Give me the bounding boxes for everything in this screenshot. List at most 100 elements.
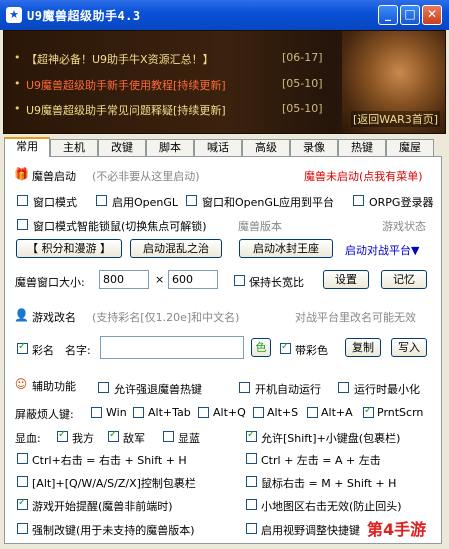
ctrl-right-checkbox[interactable] <box>17 453 28 464</box>
bullet-icon: • <box>14 102 21 115</box>
block-alt-a-checkbox[interactable] <box>307 407 318 418</box>
minimap-checkbox[interactable] <box>246 499 257 510</box>
force-hotkey-checkbox[interactable] <box>98 382 109 393</box>
tab-host[interactable]: 主机 <box>50 139 98 156</box>
tab-remap[interactable]: 改键 <box>98 139 146 156</box>
orpg-checkbox[interactable] <box>353 195 364 206</box>
window-mode-label: 窗口模式 <box>33 196 77 209</box>
points-roaming-button[interactable]: 【 积分和漫游 】 <box>16 239 122 258</box>
news-date: [06-17] <box>282 51 323 64</box>
news-title[interactable]: 【超神必备！U9助手牛X资源汇总！】 <box>26 51 214 67</box>
mouse-right-label: 鼠标右击 = M + Shift + H <box>261 477 397 490</box>
block-prntscrn-checkbox[interactable] <box>363 405 374 418</box>
window-title: U9魔兽超级助手4.3 <box>27 9 141 23</box>
name-input[interactable] <box>100 336 244 359</box>
window-width-input[interactable]: 800 <box>99 270 149 289</box>
mouse-right-checkbox[interactable] <box>246 476 257 487</box>
opengl-label: 启用OpenGL <box>112 196 179 209</box>
news-title[interactable]: U9魔兽超级助手常见问题释疑[持续更新] <box>26 102 226 118</box>
news-title[interactable]: U9魔兽超级助手新手使用教程[持续更新] <box>26 77 226 93</box>
tab-common[interactable]: 常用 <box>4 137 50 157</box>
bullet-icon: • <box>14 77 21 90</box>
tab-shout[interactable]: 喊话 <box>194 139 242 156</box>
alt-inventory-label: [Alt]+[Q/W/A/S/Z/X]控制包裹栏 <box>32 477 196 490</box>
tab-advanced[interactable]: 高级 <box>242 139 290 156</box>
block-alt-tab-checkbox[interactable] <box>133 407 144 418</box>
news-date: [05-10] <box>282 102 323 115</box>
times-sign: × <box>155 273 165 286</box>
shift-keypad-checkbox[interactable] <box>246 429 257 442</box>
orpg-label: ORPG登录器 <box>369 196 434 209</box>
hp-our-side-checkbox[interactable] <box>57 429 68 442</box>
close-button[interactable]: ✕ <box>422 5 442 25</box>
view-hotkey-label: 启用视野调整快捷键 <box>261 524 360 537</box>
color-name-label: 彩名 <box>32 344 54 357</box>
opengl-checkbox[interactable] <box>96 195 107 206</box>
launch-status[interactable]: 魔兽未启动(点我有菜单) <box>304 168 423 184</box>
block-alt-a-label: Alt+A <box>321 406 353 419</box>
smart-lock-checkbox[interactable] <box>17 219 28 230</box>
rename-warning: 对战平台里改名可能无效 <box>295 311 416 324</box>
aux-icon: ☺ <box>14 377 28 391</box>
force-remap-label: 强制改键(用于未支持的魔兽版本) <box>32 524 195 537</box>
block-win-checkbox[interactable] <box>91 407 102 418</box>
tab-hotkey[interactable]: 热键 <box>338 139 386 156</box>
smart-lock-label: 窗口模式智能锁鼠(切换焦点可解锁) <box>33 220 207 233</box>
hp-our-side-label: 我方 <box>72 432 94 445</box>
hp-enemy-checkbox[interactable] <box>108 429 119 442</box>
remember-size-button[interactable]: 记忆 <box>381 270 427 289</box>
force-remap-checkbox[interactable] <box>17 523 28 534</box>
launch-platform-dropdown[interactable]: 启动对战平台▼ <box>345 242 419 258</box>
news-item[interactable]: • 【超神必备！U9助手牛X资源汇总！】 [06-17] <box>14 51 334 69</box>
block-win-label: Win <box>106 406 127 419</box>
copy-button[interactable]: 复制 <box>345 338 381 357</box>
window-mode-checkbox[interactable] <box>17 195 28 206</box>
launch-frozen-button[interactable]: 启动冰封王座 <box>239 239 333 258</box>
title-bar[interactable]: ★ U9魔兽超级助手4.3 _ □ ✕ <box>0 0 449 30</box>
tab-magic-house[interactable]: 魔屋 <box>386 139 434 156</box>
launch-icon: 🎁 <box>14 167 29 181</box>
window-size-label: 魔兽窗口大小: <box>15 276 85 289</box>
tab-script[interactable]: 脚本 <box>146 139 194 156</box>
view-hotkey-checkbox[interactable] <box>246 523 257 534</box>
autorun-checkbox[interactable] <box>239 382 250 393</box>
minimize-button[interactable]: _ <box>378 5 398 25</box>
maximize-button[interactable]: □ <box>400 5 420 25</box>
show-blue-label: 显蓝 <box>178 432 200 445</box>
minimize-checkbox[interactable] <box>338 382 349 393</box>
game-start-alert-label: 游戏开始提醒(魔兽非前端时) <box>32 500 173 513</box>
tab-replay[interactable]: 录像 <box>290 139 338 156</box>
minimap-label: 小地图区右击无效(防止回头) <box>261 500 402 513</box>
alt-inventory-checkbox[interactable] <box>17 476 28 487</box>
block-alt-s-label: Alt+S <box>267 406 299 419</box>
force-hotkey-label: 允许强退魔兽热键 <box>114 383 202 396</box>
news-item[interactable]: • U9魔兽超级助手常见问题释疑[持续更新] [05-10] <box>14 102 334 120</box>
game-start-alert-checkbox[interactable] <box>17 497 28 510</box>
launch-chaos-button[interactable]: 启动混乱之治 <box>130 239 222 258</box>
color-picker-button[interactable]: 色 <box>251 338 271 357</box>
news-banner: • 【超神必备！U9助手牛X资源汇总！】 [06-17] • U9魔兽超级助手新… <box>3 30 446 134</box>
minimize-label: 运行时最小化 <box>354 383 420 396</box>
news-item[interactable]: • U9魔兽超级助手新手使用教程[持续更新] [05-10] <box>14 77 334 95</box>
back-to-war3-link[interactable]: [返回WAR3首页] <box>351 111 441 127</box>
keep-ratio-checkbox[interactable] <box>234 275 245 286</box>
set-size-button[interactable]: 设置 <box>323 270 369 289</box>
show-blue-checkbox[interactable] <box>163 431 174 442</box>
launch-title: 魔兽启动 <box>32 170 76 183</box>
news-date: [05-10] <box>282 77 323 90</box>
window-opengl-label: 窗口和OpenGL应用到平台 <box>202 196 335 209</box>
game-state-label: 游戏状态 <box>382 220 426 233</box>
color-name-checkbox[interactable] <box>17 341 28 354</box>
block-alt-s-checkbox[interactable] <box>253 407 264 418</box>
name-label: 名字: <box>65 344 91 357</box>
window-height-input[interactable]: 600 <box>168 270 218 289</box>
user-icon: 👤 <box>14 308 29 322</box>
hp-enemy-label: 敌军 <box>123 432 145 445</box>
with-color-checkbox[interactable] <box>280 341 291 354</box>
autorun-label: 开机自动运行 <box>255 383 321 396</box>
block-alt-q-checkbox[interactable] <box>198 407 209 418</box>
write-button[interactable]: 写入 <box>391 338 427 357</box>
aux-title: 辅助功能 <box>32 380 76 393</box>
window-opengl-checkbox[interactable] <box>186 195 197 206</box>
ctrl-left-checkbox[interactable] <box>246 453 257 464</box>
